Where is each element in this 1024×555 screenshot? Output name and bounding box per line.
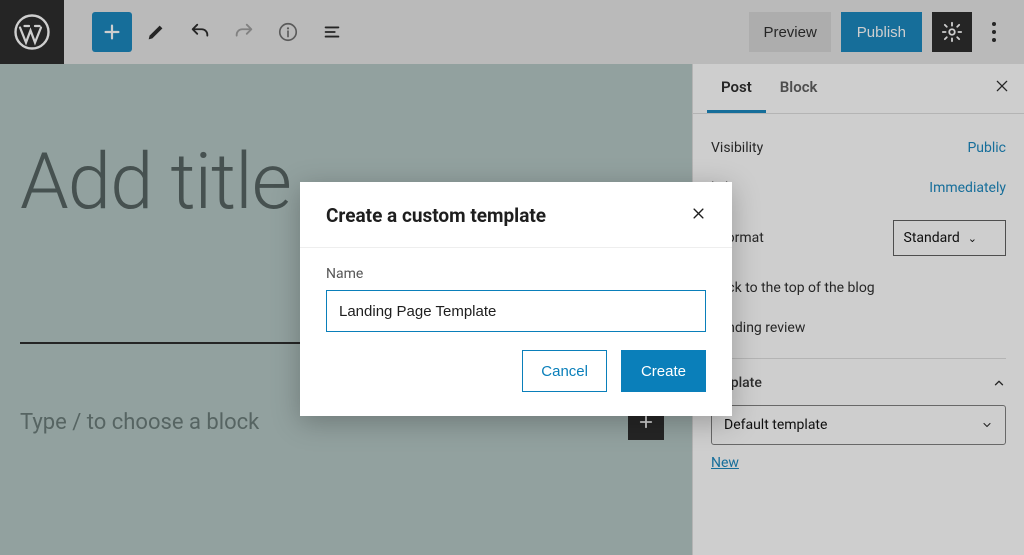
modal-close-button[interactable] (691, 205, 706, 226)
create-template-modal: Create a custom template Name Cancel Cre… (300, 182, 732, 416)
cancel-button[interactable]: Cancel (522, 350, 607, 392)
name-field-label: Name (326, 266, 706, 282)
create-button[interactable]: Create (621, 350, 706, 392)
template-name-input[interactable] (326, 290, 706, 332)
modal-title: Create a custom template (326, 204, 546, 227)
close-icon (691, 206, 706, 221)
